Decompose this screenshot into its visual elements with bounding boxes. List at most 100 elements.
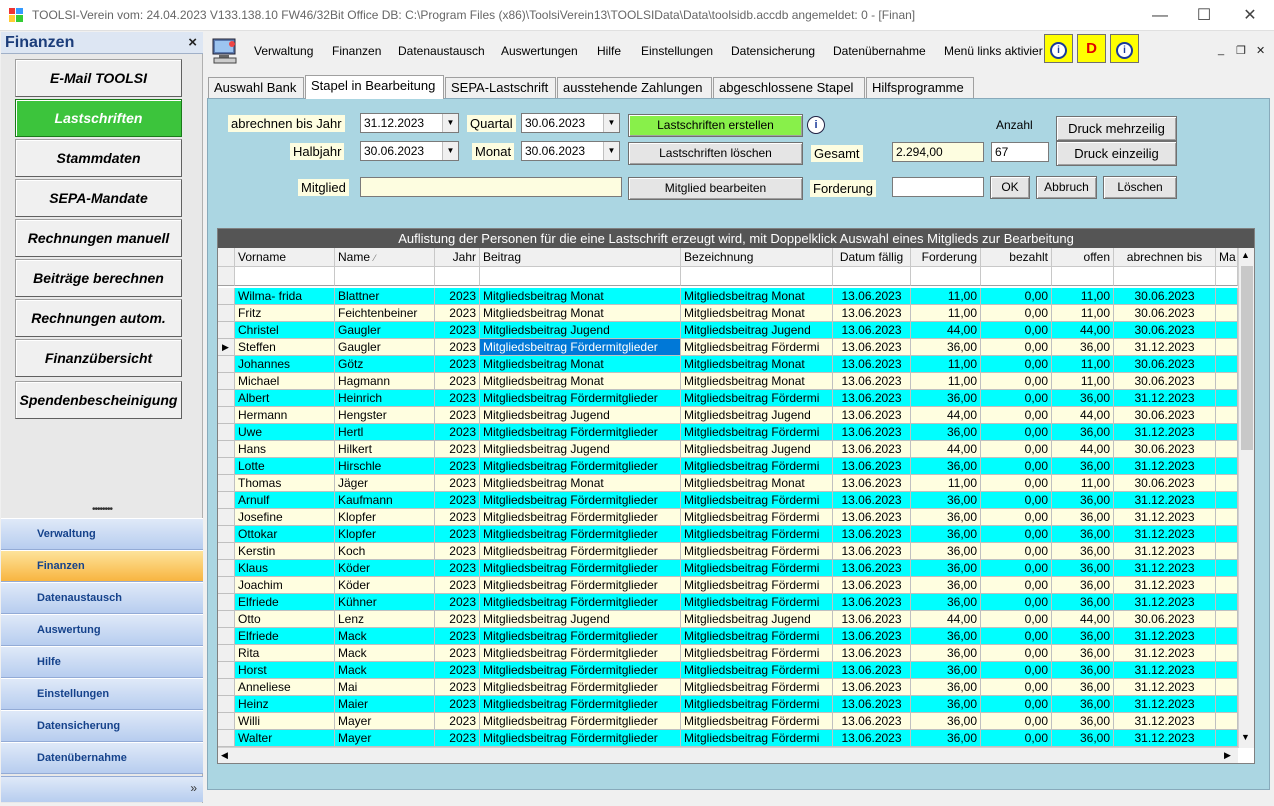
cell-ma[interactable] [1216,696,1238,713]
cell-bezahlt[interactable]: 0,00 [981,407,1052,424]
cell-bezahlt[interactable]: 0,00 [981,373,1052,390]
cell-ma[interactable] [1216,628,1238,645]
row-header[interactable] [218,645,235,662]
row-header[interactable] [218,390,235,407]
cell-abrechnen-bis[interactable]: 31.12.2023 [1114,424,1216,441]
cell-jahr[interactable]: 2023 [435,390,480,407]
row-header[interactable] [218,577,235,594]
cell-bezeichnung[interactable]: Mitgliedsbeitrag Fördermi [681,509,833,526]
cell-abrechnen-bis[interactable]: 31.12.2023 [1114,713,1216,730]
filter-cell-name[interactable] [335,267,435,286]
table-row[interactable]: Klaus Köder 2023 Mitgliedsbeitrag Fördermit… [218,560,1238,577]
table-row[interactable]: Thomas Jäger 2023 Mitgliedsbeitrag Monat Mit… [218,475,1238,492]
table-row[interactable]: Hermann Hengster 2023 Mitgliedsbeitrag Juge… [218,407,1238,424]
sidebar-button-beiträge-berechnen[interactable]: Beiträge berechnen [15,259,182,297]
cell-beitrag[interactable]: Mitgliedsbeitrag Fördermitglieder [480,390,681,407]
row-header[interactable] [218,628,235,645]
menu-menü-links-aktivier[interactable]: Menü links aktivier [944,44,1043,58]
cell-forderung[interactable]: 11,00 [911,373,981,390]
filter-cell-beitrag[interactable] [480,267,681,286]
cell-forderung[interactable]: 36,00 [911,696,981,713]
cell-datum-fällig[interactable]: 13.06.2023 [833,424,911,441]
info-help-button[interactable]: i [1044,34,1073,63]
cell-ma[interactable] [1216,611,1238,628]
cell-bezahlt[interactable]: 0,00 [981,560,1052,577]
table-row[interactable]: Fritz Feichtenbeiner 2023 Mitgliedsbeitrag … [218,305,1238,322]
cell-vorname[interactable]: Fritz [235,305,335,322]
cell-ma[interactable] [1216,730,1238,747]
menu-einstellungen[interactable]: Einstellungen [641,44,713,58]
cell-ma[interactable] [1216,526,1238,543]
cell-bezahlt[interactable]: 0,00 [981,458,1052,475]
table-row[interactable]: Horst Mack 2023 Mitgliedsbeitrag Fördermitg… [218,662,1238,679]
column-header-bezahlt[interactable]: bezahlt [981,248,1052,267]
cell-forderung[interactable]: 44,00 [911,441,981,458]
menu-datensicherung[interactable]: Datensicherung [731,44,815,58]
row-header[interactable] [218,407,235,424]
cell-ma[interactable] [1216,543,1238,560]
cell-bezahlt[interactable]: 0,00 [981,526,1052,543]
sidebar-button-rechnungen-manuell[interactable]: Rechnungen manuell [15,219,182,257]
column-header-ma[interactable]: Ma [1216,248,1238,267]
column-header-forderung[interactable]: Forderung [911,248,981,267]
cell-offen[interactable]: 44,00 [1052,441,1114,458]
cell-bezahlt[interactable]: 0,00 [981,356,1052,373]
row-header[interactable] [218,305,235,322]
row-header[interactable] [218,696,235,713]
sidebar-button-sepa-mandate[interactable]: SEPA-Mandate [15,179,182,217]
cell-offen[interactable]: 44,00 [1052,407,1114,424]
cell-jahr[interactable]: 2023 [435,441,480,458]
table-row[interactable]: Anneliese Mai 2023 Mitgliedsbeitrag Förderm… [218,679,1238,696]
cell-bezahlt[interactable]: 0,00 [981,594,1052,611]
cell-beitrag[interactable]: Mitgliedsbeitrag Fördermitglieder [480,713,681,730]
table-row[interactable]: Rita Mack 2023 Mitgliedsbeitrag Fördermitgl… [218,645,1238,662]
column-header-name[interactable]: Name ⁄ [335,248,435,267]
cell-datum-fällig[interactable]: 13.06.2023 [833,305,911,322]
cell-name[interactable]: Hilkert [335,441,435,458]
cell-offen[interactable]: 36,00 [1052,713,1114,730]
cell-ma[interactable] [1216,713,1238,730]
cell-ma[interactable] [1216,594,1238,611]
cell-offen[interactable]: 36,00 [1052,628,1114,645]
cell-beitrag[interactable]: Mitgliedsbeitrag Fördermitglieder [480,730,681,747]
column-header-abrechnen-bis[interactable]: abrechnen bis [1114,248,1216,267]
loeschen-button[interactable]: Löschen [1103,176,1177,199]
cell-offen[interactable]: 44,00 [1052,322,1114,339]
cell-datum-fällig[interactable]: 13.06.2023 [833,628,911,645]
cell-bezahlt[interactable]: 0,00 [981,730,1052,747]
monat-combobox[interactable]: 30.06.2023 ▼ [521,141,620,161]
cell-bezahlt[interactable]: 0,00 [981,441,1052,458]
row-header[interactable] [218,322,235,339]
cell-offen[interactable]: 36,00 [1052,458,1114,475]
row-header[interactable] [218,356,235,373]
cell-jahr[interactable]: 2023 [435,424,480,441]
tab-ausstehende-zahlungen[interactable]: ausstehende Zahlungen [557,77,712,99]
cell-abrechnen-bis[interactable]: 31.12.2023 [1114,543,1216,560]
tab-auswahl-bank[interactable]: Auswahl Bank [208,77,304,99]
forderung-field[interactable] [892,177,984,197]
cell-abrechnen-bis[interactable]: 30.06.2023 [1114,305,1216,322]
cell-abrechnen-bis[interactable]: 31.12.2023 [1114,662,1216,679]
menu-hilfe[interactable]: Hilfe [597,44,621,58]
cell-bezahlt[interactable]: 0,00 [981,424,1052,441]
cell-datum-fällig[interactable]: 13.06.2023 [833,543,911,560]
mitglied-bearbeiten-button[interactable]: Mitglied bearbeiten [628,177,803,200]
cell-bezeichnung[interactable]: Mitgliedsbeitrag Monat [681,373,833,390]
cell-jahr[interactable]: 2023 [435,288,480,305]
cell-offen[interactable]: 36,00 [1052,526,1114,543]
cell-ma[interactable] [1216,475,1238,492]
cell-beitrag[interactable]: Mitgliedsbeitrag Monat [480,475,681,492]
cell-name[interactable]: Feichtenbeiner [335,305,435,322]
row-header[interactable] [218,424,235,441]
table-row[interactable]: Walter Mayer 2023 Mitgliedsbeitrag Fördermi… [218,730,1238,747]
sidebar-button-e-mail-toolsi[interactable]: E-Mail TOOLSI [15,59,182,97]
cell-abrechnen-bis[interactable]: 31.12.2023 [1114,696,1216,713]
cell-vorname[interactable]: Josefine [235,509,335,526]
cell-bezahlt[interactable]: 0,00 [981,475,1052,492]
dropdown-arrow-icon[interactable]: ▼ [442,114,458,132]
cell-name[interactable]: Mai [335,679,435,696]
cell-offen[interactable]: 36,00 [1052,339,1114,356]
cell-vorname[interactable]: Wilma- frida [235,288,335,305]
nav-datenübernahme[interactable]: Datenübernahme [1,742,203,774]
cell-name[interactable]: Lenz [335,611,435,628]
